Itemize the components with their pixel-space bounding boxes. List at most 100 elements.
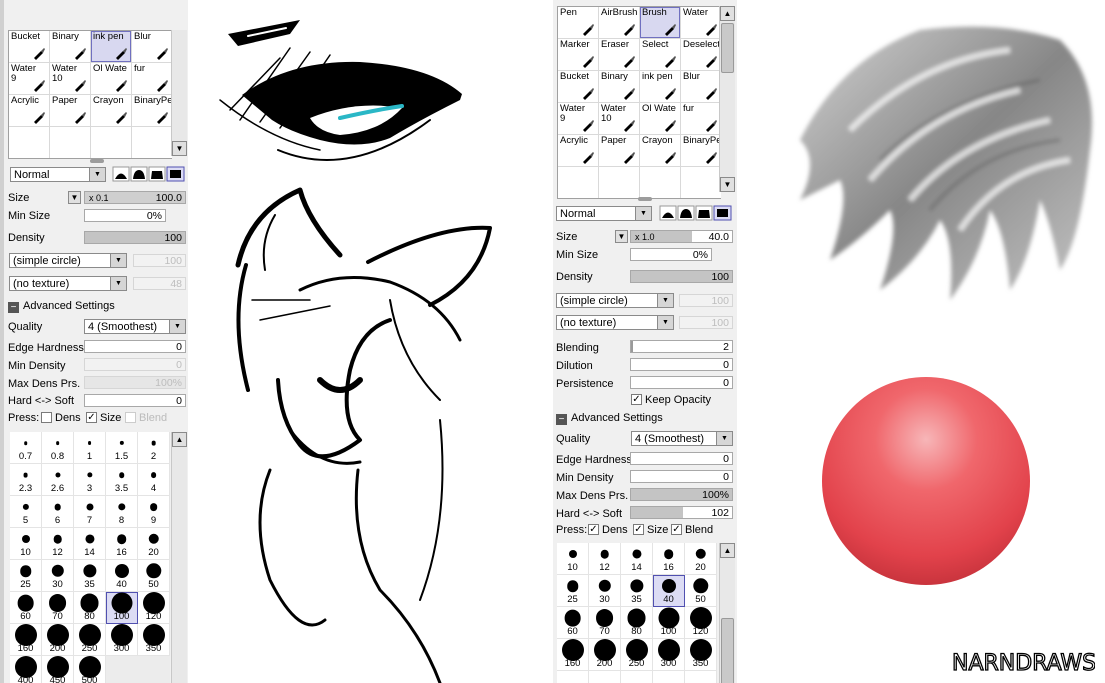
tool-button[interactable]: Water 10 (50, 63, 90, 94)
brush-shape-icons[interactable] (659, 205, 733, 221)
panel-grip[interactable] (638, 197, 652, 201)
chevron-down-icon[interactable]: ▼ (169, 320, 185, 333)
brush-size-cell[interactable]: 3.5 (106, 464, 138, 496)
max-dens-slider[interactable]: 100% (630, 488, 733, 501)
brush-size-cell[interactable]: 16 (653, 543, 685, 575)
chevron-down-icon[interactable]: ▼ (657, 294, 673, 307)
brush-size-cell[interactable]: 350 (685, 639, 717, 671)
collapse-icon[interactable]: − (8, 302, 19, 313)
brush-size-cell[interactable]: 100 (653, 607, 685, 639)
press-dens-checkbox[interactable] (41, 412, 52, 423)
brush-size-cell[interactable]: 35 (621, 575, 653, 607)
brush-size-cell[interactable]: 10 (10, 528, 42, 560)
tool-button[interactable]: Ol Wate (640, 103, 680, 134)
tool-button[interactable]: Marker (558, 39, 598, 70)
chevron-down-icon[interactable]: ▼ (89, 168, 105, 181)
hard-soft-slider[interactable]: 0 (84, 394, 186, 407)
size-multiplier-chevron-icon[interactable]: ▼ (615, 230, 628, 243)
size-slider[interactable]: x 0.1 100.0 (84, 191, 186, 204)
press-size-checkbox[interactable]: ✓ (86, 412, 97, 423)
brush-size-cell[interactable]: 25 (10, 560, 42, 592)
brush-size-cell[interactable]: 14 (74, 528, 106, 560)
press-size-checkbox[interactable]: ✓ (633, 524, 644, 535)
brush-size-cell[interactable]: 0.8 (42, 432, 74, 464)
brush-size-cell[interactable]: 500 (74, 656, 106, 683)
brush-size-cell[interactable]: 2 (138, 432, 170, 464)
brush-size-cell[interactable]: 50 (138, 560, 170, 592)
dilution-slider[interactable]: 0 (630, 358, 733, 371)
brush-size-cell[interactable]: 30 (589, 575, 621, 607)
texture-dropdown[interactable]: (no texture) ▼ (556, 315, 674, 330)
shape-dropdown[interactable]: (simple circle) ▼ (9, 253, 127, 268)
brush-size-cell[interactable]: 1 (74, 432, 106, 464)
tool-button[interactable]: Water (681, 7, 721, 38)
min-density-slider[interactable]: 0 (630, 470, 733, 483)
density-slider[interactable]: 100 (630, 270, 733, 283)
brush-size-cell[interactable]: 40 (106, 560, 138, 592)
right-size-scrollbar[interactable]: ▲ (719, 543, 735, 683)
scroll-up-icon[interactable]: ▲ (720, 6, 735, 21)
brush-size-cell[interactable]: 14 (621, 543, 653, 575)
brush-size-cell[interactable]: 120 (685, 607, 717, 639)
brush-shape-icons[interactable] (112, 166, 186, 182)
tool-button[interactable]: BinaryPe (681, 135, 721, 166)
tool-button[interactable]: Blur (681, 71, 721, 102)
brush-size-cell[interactable] (557, 671, 589, 683)
tool-button[interactable]: Ol Wate (91, 63, 131, 94)
tool-button[interactable] (50, 127, 90, 158)
brush-size-cell[interactable]: 160 (557, 639, 589, 671)
brush-size-cell[interactable]: 80 (74, 592, 106, 624)
tool-button[interactable]: Paper (50, 95, 90, 126)
chevron-down-icon[interactable]: ▼ (657, 316, 673, 329)
brush-size-cell[interactable]: 60 (557, 607, 589, 639)
tool-button[interactable]: Binary (599, 71, 639, 102)
brush-size-cell[interactable]: 60 (10, 592, 42, 624)
right-tool-scrollbar[interactable]: ▲ ▼ (719, 6, 735, 192)
advanced-settings-header[interactable]: − Advanced Settings (8, 300, 115, 313)
scroll-down-icon[interactable]: ▼ (172, 141, 187, 156)
tool-button[interactable]: Deselect (681, 39, 721, 70)
texture-dropdown[interactable]: (no texture) ▼ (9, 276, 127, 291)
tool-button[interactable]: Acrylic (9, 95, 49, 126)
tool-button[interactable]: Eraser (599, 39, 639, 70)
brush-size-cell[interactable]: 3 (74, 464, 106, 496)
press-dens-checkbox[interactable]: ✓ (588, 524, 599, 535)
tool-button[interactable]: Crayon (91, 95, 131, 126)
brush-size-cell[interactable]: 25 (557, 575, 589, 607)
brush-size-cell[interactable]: 10 (557, 543, 589, 575)
blend-mode-dropdown[interactable]: Normal ▼ (10, 167, 106, 182)
density-slider[interactable]: 100 (84, 231, 186, 244)
tool-button[interactable]: Brush (640, 7, 680, 38)
brush-size-cell[interactable]: 100 (106, 592, 138, 624)
brush-size-cell[interactable]: 120 (138, 592, 170, 624)
brush-size-cell[interactable]: 9 (138, 496, 170, 528)
chevron-down-icon[interactable]: ▼ (110, 254, 126, 267)
brush-size-cell[interactable]: 5 (10, 496, 42, 528)
brush-size-cell[interactable]: 250 (621, 639, 653, 671)
edge-hardness-slider[interactable]: 0 (630, 452, 733, 465)
persistence-slider[interactable]: 0 (630, 376, 733, 389)
scroll-up-icon[interactable]: ▲ (720, 543, 735, 558)
panel-grip[interactable] (90, 159, 104, 163)
tool-button[interactable]: ink pen (91, 31, 131, 62)
tool-button[interactable] (681, 167, 721, 198)
scroll-up-icon[interactable]: ▲ (172, 432, 187, 447)
tool-button[interactable]: Pen (558, 7, 598, 38)
chevron-down-icon[interactable]: ▼ (635, 207, 651, 220)
edge-hardness-slider[interactable]: 0 (84, 340, 186, 353)
tool-button[interactable] (599, 167, 639, 198)
brush-size-cell[interactable] (685, 671, 717, 683)
brush-size-cell[interactable]: 35 (74, 560, 106, 592)
brush-size-cell[interactable]: 160 (10, 624, 42, 656)
brush-size-cell[interactable]: 200 (42, 624, 74, 656)
tool-button[interactable]: Acrylic (558, 135, 598, 166)
brush-size-cell[interactable]: 80 (621, 607, 653, 639)
brush-size-cell[interactable]: 300 (653, 639, 685, 671)
brush-size-cell[interactable]: 350 (138, 624, 170, 656)
left-size-scrollbar[interactable]: ▲ (171, 432, 187, 683)
quality-dropdown[interactable]: 4 (Smoothest) ▼ (84, 319, 186, 334)
brush-shape-selector[interactable] (112, 166, 186, 182)
tool-button[interactable]: Crayon (640, 135, 680, 166)
tool-button[interactable]: fur (681, 103, 721, 134)
brush-size-cell[interactable]: 7 (74, 496, 106, 528)
